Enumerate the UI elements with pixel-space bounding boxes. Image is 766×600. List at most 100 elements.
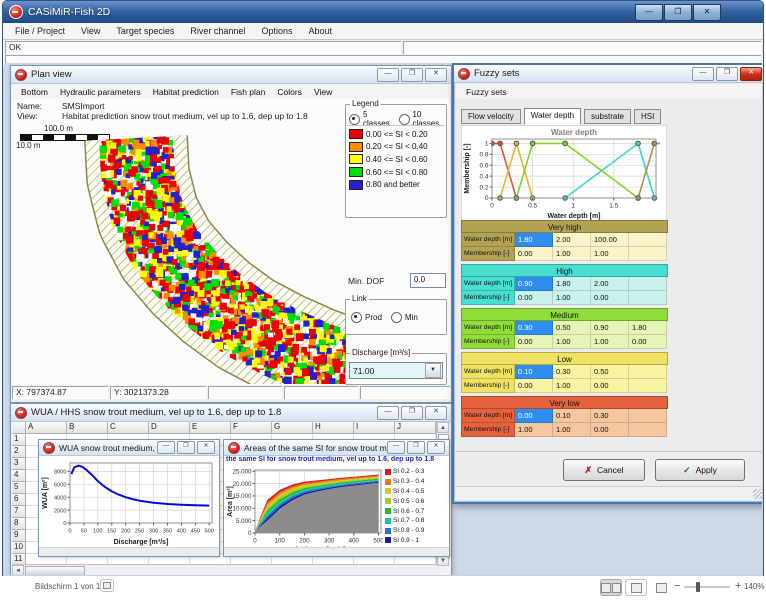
row-header-1[interactable]: 1 <box>12 434 26 446</box>
column-header-J[interactable]: J <box>395 422 436 434</box>
fuzzy-value-cell[interactable]: 0.00 <box>515 335 553 349</box>
wua-maximize-button[interactable]: ❐ <box>401 406 423 420</box>
column-header-A[interactable]: A <box>26 422 67 434</box>
close-button[interactable]: ✕ <box>197 441 215 454</box>
fuzzy-value-cell[interactable]: 2.00 <box>591 277 629 291</box>
fuzzy-value-cell[interactable]: 0.30 <box>553 365 591 379</box>
column-header-H[interactable]: H <box>313 422 354 434</box>
fuzzy-titlebar[interactable]: Fuzzy sets — ❐ ✕ <box>454 65 762 83</box>
tab-water-depth[interactable]: Water depth <box>524 108 581 125</box>
fuzzy-value-cell[interactable]: 0.00 <box>629 335 667 349</box>
fuzzy-value-cell[interactable]: 0.00 <box>515 379 553 393</box>
fuzzy-value-cell[interactable] <box>629 423 667 437</box>
column-header-B[interactable]: B <box>67 422 108 434</box>
tab-flow-velocity[interactable]: Flow velocity <box>461 109 521 124</box>
discharge-combo[interactable]: 71.00 ▼ <box>349 362 443 379</box>
radio-min[interactable] <box>391 312 402 323</box>
fuzzy-value-cell[interactable]: 1.80 <box>515 233 553 247</box>
fuzzy-value-cell[interactable]: 0.10 <box>553 409 591 423</box>
plan-minimize-button[interactable]: — <box>377 68 399 82</box>
fuzzy-value-cell[interactable]: 1.00 <box>591 247 629 261</box>
resize-grip[interactable] <box>753 489 762 499</box>
column-header-D[interactable]: D <box>149 422 190 434</box>
fuzzy-value-cell[interactable]: 0.00 <box>591 423 629 437</box>
fuzzy-value-cell[interactable]: 100.00 <box>591 233 629 247</box>
tab-substrate[interactable]: substrate <box>584 109 631 124</box>
plan-menu-colors[interactable]: Colors <box>271 87 308 97</box>
fuzzy-value-cell[interactable]: 0.30 <box>591 409 629 423</box>
single-page-view-icon[interactable] <box>625 579 647 596</box>
wua-minimize-button[interactable]: — <box>377 406 399 420</box>
fuzzy-value-cell[interactable] <box>629 379 667 393</box>
row-header-3[interactable]: 3 <box>12 458 26 470</box>
menu-file-project[interactable]: File / Project <box>7 25 73 37</box>
fuzzy-value-cell[interactable]: 0.90 <box>515 277 553 291</box>
plan-menu-hydraulic-parameters[interactable]: Hydraulic parameters <box>54 87 147 97</box>
wua-chart-titlebar[interactable]: WUA snow trout medium, v... — ❐ ✕ <box>39 440 219 456</box>
wua-titlebar[interactable]: WUA / HHS snow trout medium, vel up to 1… <box>11 404 451 422</box>
fuzzy-value-cell[interactable]: 1.80 <box>553 277 591 291</box>
row-header-10[interactable]: 10 <box>12 542 26 554</box>
zoom-slider-track[interactable] <box>684 586 730 588</box>
fuzzy-value-cell[interactable] <box>629 365 667 379</box>
fuzzy-minimize-button[interactable]: — <box>692 67 714 81</box>
fuzzy-value-cell[interactable]: 0.10 <box>515 365 553 379</box>
horizontal-scroll-thumb[interactable] <box>25 566 85 575</box>
column-header-E[interactable]: E <box>190 422 231 434</box>
sheet-corner[interactable] <box>12 422 26 434</box>
column-header-C[interactable]: C <box>108 422 149 434</box>
row-header-4[interactable]: 4 <box>12 470 26 482</box>
maximize-button[interactable]: ❐ <box>664 4 692 21</box>
zoom-out-icon[interactable]: − <box>674 580 680 592</box>
plan-menu-habitat-prediction[interactable]: Habitat prediction <box>147 87 225 97</box>
fuzzy-value-cell[interactable]: 1.00 <box>515 423 553 437</box>
plan-menu-fish-plan[interactable]: Fish plan <box>225 87 272 97</box>
fuzzy-value-cell[interactable] <box>629 233 667 247</box>
min-dof-input[interactable]: 0.0 <box>410 273 446 288</box>
row-header-6[interactable]: 6 <box>12 494 26 506</box>
radio-prod[interactable] <box>351 312 362 323</box>
fuzzy-value-cell[interactable]: 1.00 <box>553 423 591 437</box>
fuzzy-value-cell[interactable] <box>629 247 667 261</box>
fuzzy-value-cell[interactable]: 1.00 <box>553 291 591 305</box>
fuzzy-value-cell[interactable]: 1.00 <box>553 335 591 349</box>
fuzzy-value-cell[interactable]: 0.30 <box>515 321 553 335</box>
row-header-5[interactable]: 5 <box>12 482 26 494</box>
fuzzy-value-cell[interactable]: 0.00 <box>591 379 629 393</box>
cancel-button[interactable]: ✗ Cancel <box>563 459 645 481</box>
fuzzy-value-cell[interactable] <box>629 277 667 291</box>
row-header-8[interactable]: 8 <box>12 518 26 530</box>
column-header-G[interactable]: G <box>272 422 313 434</box>
maximize-button[interactable]: ❐ <box>407 441 425 454</box>
row-header-7[interactable]: 7 <box>12 506 26 518</box>
fuzzy-value-cell[interactable]: 0.00 <box>591 291 629 305</box>
plan-close-button[interactable]: ✕ <box>425 68 447 82</box>
close-button[interactable]: ✕ <box>427 441 445 454</box>
maximize-button[interactable]: ❐ <box>177 441 195 454</box>
minimize-button[interactable]: — <box>157 441 175 454</box>
column-header-F[interactable]: F <box>231 422 272 434</box>
page-tool-icon[interactable] <box>650 579 672 596</box>
plan-menu-bottom[interactable]: Bottom <box>15 87 54 97</box>
fuzzy-value-cell[interactable] <box>629 409 667 423</box>
menu-fuzzy-sets[interactable]: Fuzzy sets <box>460 87 513 97</box>
fuzzy-value-cell[interactable]: 1.00 <box>553 247 591 261</box>
scroll-up-icon[interactable]: ▲ <box>437 422 449 433</box>
main-titlebar[interactable]: CASiMiR-Fish 2D — ❐ ✕ <box>3 1 763 23</box>
row-header-2[interactable]: 2 <box>12 446 26 458</box>
fuzzy-value-cell[interactable]: 2.00 <box>553 233 591 247</box>
minimize-button[interactable]: — <box>387 441 405 454</box>
plan-menu-view[interactable]: View <box>308 87 338 97</box>
fuzzy-maximize-button[interactable]: ❐ <box>716 67 738 81</box>
fuzzy-value-cell[interactable]: 0.50 <box>591 365 629 379</box>
zoom-slider-thumb[interactable] <box>696 582 700 592</box>
tab-hsi[interactable]: HSI <box>634 109 661 124</box>
menu-view[interactable]: View <box>73 25 108 37</box>
column-header-I[interactable]: I <box>354 422 395 434</box>
apply-button[interactable]: ✓ Apply <box>655 459 745 481</box>
fuzzy-value-cell[interactable] <box>629 291 667 305</box>
row-header-9[interactable]: 9 <box>12 530 26 542</box>
fuzzy-value-cell[interactable]: 0.00 <box>515 409 553 423</box>
fuzzy-value-cell[interactable]: 0.50 <box>553 321 591 335</box>
habitat-map-canvas[interactable] <box>14 132 346 385</box>
